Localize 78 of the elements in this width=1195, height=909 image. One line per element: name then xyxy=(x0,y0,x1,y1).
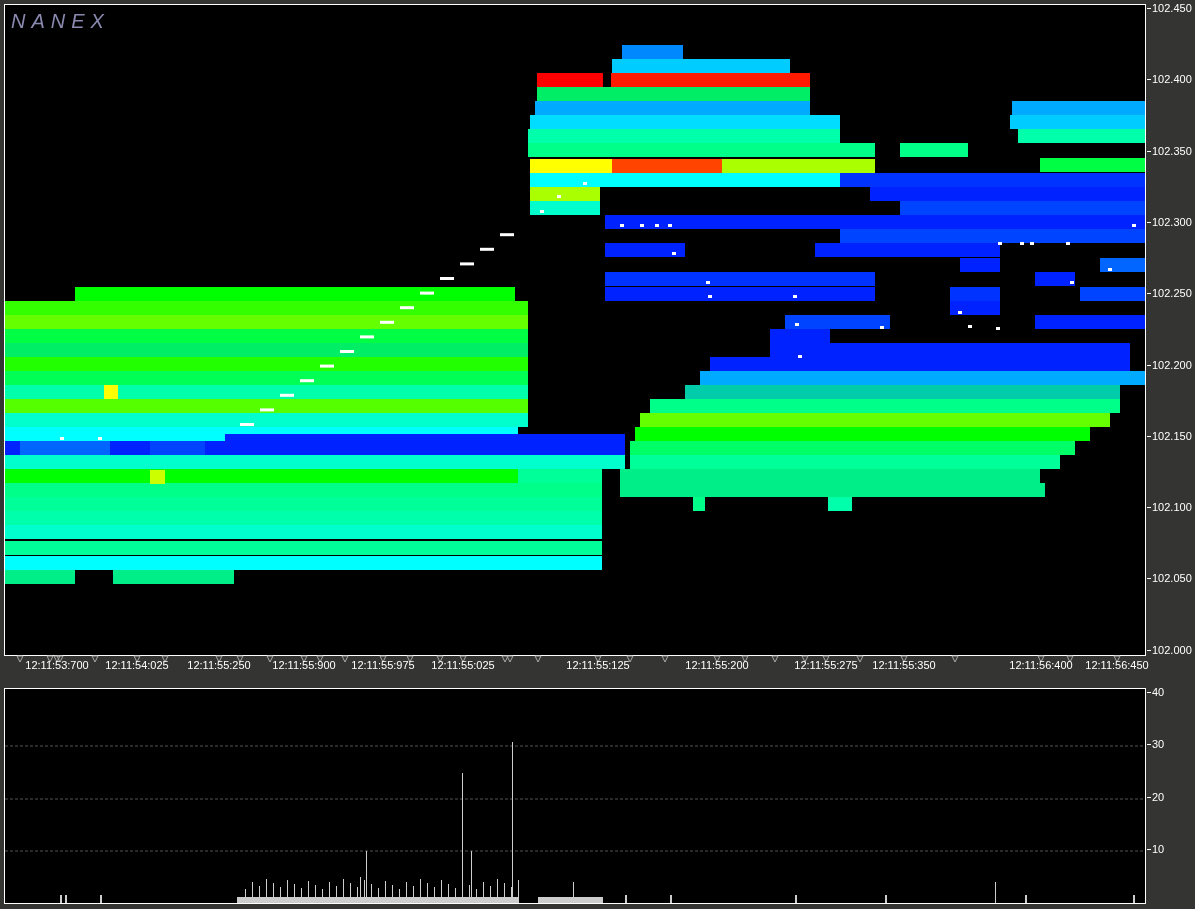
chart-logo: NANEX xyxy=(11,11,110,31)
trade-marker xyxy=(360,335,374,339)
volume-axis-label: 30 xyxy=(1152,739,1165,751)
trade-marker xyxy=(668,224,672,227)
heatmap-cell xyxy=(5,570,75,584)
heatmap-cell xyxy=(150,470,165,484)
trade-marker xyxy=(640,224,644,227)
heatmap-cell xyxy=(900,143,968,157)
price-axis-label: 102.200 xyxy=(1152,359,1192,371)
trade-marker xyxy=(460,262,474,266)
trade-marker xyxy=(1070,281,1074,284)
trade-marker xyxy=(996,327,1000,330)
trade-marker xyxy=(260,408,274,412)
time-axis-label: 12:11:55:200 xyxy=(685,658,749,673)
heatmap-cell xyxy=(770,329,830,343)
trade-marker xyxy=(340,350,354,353)
time-axis-label: 12:11:55:025 xyxy=(431,658,495,673)
heatmap-cell xyxy=(1100,258,1145,272)
heatmap-cell xyxy=(150,441,205,455)
price-axis-label: 102.450 xyxy=(1152,3,1192,14)
trade-marker xyxy=(708,295,712,298)
trade-marker xyxy=(320,364,334,368)
trade-marker xyxy=(400,306,414,310)
price-axis-label: 102.400 xyxy=(1152,74,1192,86)
time-axis-label: 12:11:55:350 xyxy=(872,658,936,673)
time-axis-label: 12:11:55:275 xyxy=(794,658,858,673)
trade-marker xyxy=(793,295,797,298)
price-axis-label: 102.050 xyxy=(1152,573,1192,585)
trade-marker xyxy=(655,224,659,227)
price-axis-label: 102.350 xyxy=(1152,145,1192,157)
price-axis-label: 102.250 xyxy=(1152,288,1192,300)
heatmap-cell xyxy=(1080,287,1145,301)
time-axis-label: 12:11:56:450 xyxy=(1085,658,1149,673)
heatmap-cell xyxy=(950,301,1000,315)
time-axis-label: 12:11:53:700 xyxy=(25,658,89,673)
volume-axis-label: 10 xyxy=(1152,843,1165,855)
time-axis-label: 12:11:55:900 xyxy=(272,658,336,673)
trade-marker xyxy=(300,379,314,383)
heatmap-cell xyxy=(960,258,1000,272)
heatmap-cell xyxy=(530,201,600,215)
heatmap-cell xyxy=(104,385,118,399)
trade-marker xyxy=(583,182,587,185)
trade-marker xyxy=(958,311,962,314)
trade-marker xyxy=(672,252,676,255)
heatmap-cell xyxy=(1035,272,1075,286)
time-axis-label: 12:11:55:250 xyxy=(187,658,251,673)
trade-marker xyxy=(706,281,710,284)
trade-marker xyxy=(795,323,799,326)
heatmap-cell xyxy=(622,45,683,59)
price-axis-label: 102.150 xyxy=(1152,430,1192,442)
volume-axis-label: 40 xyxy=(1152,687,1165,698)
trade-marker xyxy=(620,224,624,227)
trade-marker xyxy=(557,195,561,198)
time-axis-label: 12:11:54:025 xyxy=(105,658,169,673)
heatmap-cell xyxy=(828,497,852,511)
trade-marker xyxy=(480,247,494,251)
price-axis-label: 102.100 xyxy=(1152,502,1192,514)
price-axis-label: 102.300 xyxy=(1152,216,1192,228)
volume-axis-label: 20 xyxy=(1152,791,1165,803)
heatmap-cell xyxy=(537,73,603,87)
heatmap-cell xyxy=(693,497,705,511)
trade-marker xyxy=(240,423,254,426)
trade-marker xyxy=(280,393,294,397)
trade-marker xyxy=(968,325,972,328)
heatmap-cell xyxy=(530,187,600,201)
price-axis-label: 102.000 xyxy=(1152,644,1192,656)
trade-marker xyxy=(540,210,544,213)
heatmap-cell xyxy=(950,287,1000,301)
time-axis-label: 12:11:56:400 xyxy=(1009,658,1073,673)
trade-marker xyxy=(420,291,434,295)
trade-marker xyxy=(440,277,454,280)
time-axis-label: 12:11:55:125 xyxy=(566,658,630,673)
trade-marker xyxy=(880,326,884,329)
trade-marker xyxy=(500,233,514,237)
trade-marker xyxy=(1132,224,1136,227)
trade-marker xyxy=(380,320,394,324)
time-axis-label: 12:11:55:975 xyxy=(351,658,415,673)
trade-marker xyxy=(1108,268,1112,271)
